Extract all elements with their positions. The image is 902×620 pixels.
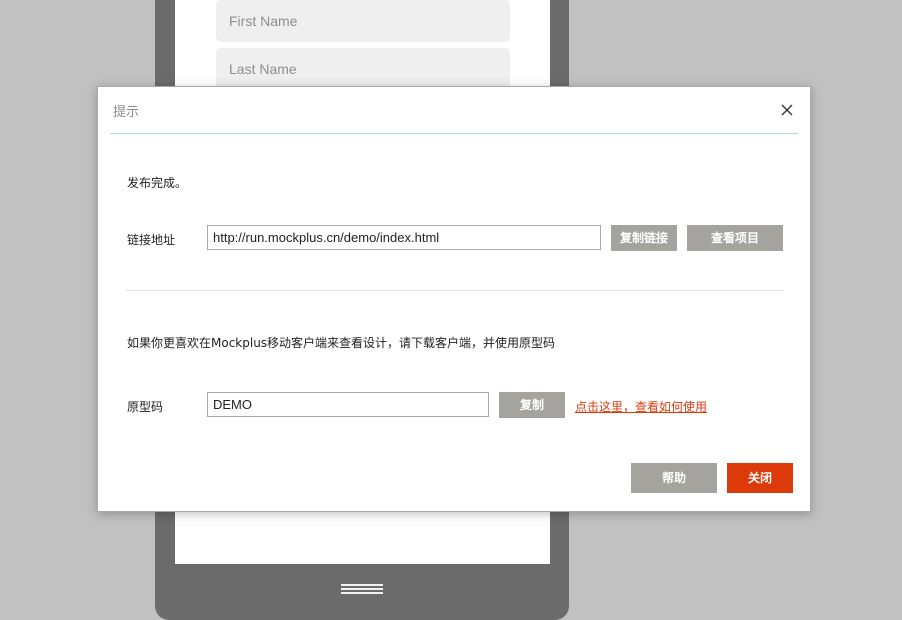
copy-code-button[interactable]: 复制 bbox=[499, 392, 565, 418]
menu-lines-icon[interactable] bbox=[341, 584, 383, 594]
code-label: 原型码 bbox=[127, 400, 164, 414]
close-button[interactable]: 关闭 bbox=[727, 463, 793, 493]
publish-dialog: 提示 发布完成。 链接地址 http://run.mockplus.cn/dem… bbox=[97, 86, 811, 512]
prototype-code-field[interactable]: DEMO bbox=[207, 392, 489, 417]
app-prompt-text: 如果你更喜欢在Mockplus移动客户端来查看设计，请下载客户端，并使用原型码 bbox=[127, 336, 556, 350]
title-divider bbox=[110, 133, 798, 134]
last-name-field[interactable]: Last Name bbox=[216, 48, 510, 90]
view-project-button[interactable]: 查看项目 bbox=[687, 225, 783, 251]
help-button[interactable]: 帮助 bbox=[631, 463, 717, 493]
howto-link[interactable]: 点击这里，查看如何使用 bbox=[575, 398, 707, 415]
section-divider bbox=[126, 290, 783, 291]
link-label: 链接地址 bbox=[127, 233, 176, 247]
copy-link-button[interactable]: 复制链接 bbox=[611, 225, 677, 251]
close-icon[interactable] bbox=[778, 101, 796, 119]
first-name-field[interactable]: First Name bbox=[216, 0, 510, 42]
publish-status-text: 发布完成。 bbox=[127, 176, 188, 190]
link-url-field[interactable]: http://run.mockplus.cn/demo/index.html bbox=[207, 225, 601, 250]
dialog-title: 提示 bbox=[113, 105, 140, 120]
